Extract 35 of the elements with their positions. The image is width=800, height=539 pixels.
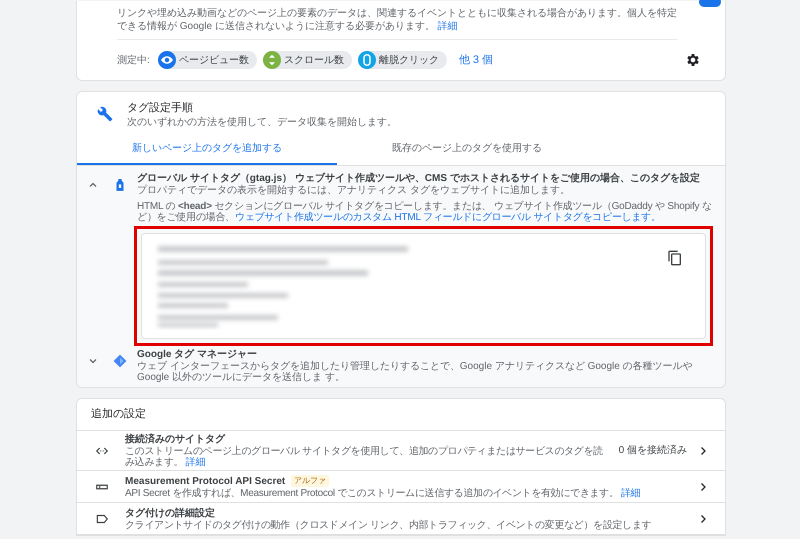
row-description: API Secret を作成すれば、Measurement Protocol でこのストリームに送信する追加のイベントを有効にできます。 詳細 [125,488,642,498]
row-title: 接続済みのサイトタグ [125,433,225,446]
alpha-badge: アルファ [291,475,330,487]
option-title: グローバル サイトタグ（gtag.js） ウェブサイト作成ツールや、CMS でホストされるサイトをご使用の場合、このタグを設定 [137,172,701,184]
details-link[interactable]: 詳細 [621,488,640,498]
instructions-text: HTML の <head> セクションにグローバル サイトタグをコピーします。または、 ウェブサイト作成ツール（GoDaddy や Shopify など）をご使用の場合、ウェブサイト作成ツールのカスタム HTML フィールドにグローバル サイトタグをコピーします。 [137,201,712,223]
option-description: ウェブ インターフェースからタグを追加したり管理したりすることで、Google アナリティクスなど Google の各種ツールや Google 以外のツールにデータを送信しま す。 [137,361,694,383]
settings-row[interactable]: Measurement Protocol API Secret アルファ API Secret を作成すれば、Measurement Protocol でこのストリームに送信する追加のイベントを有効にできます。 詳細 [77,471,725,503]
row-description: クライアントサイドのタグ付けの動作（クロスドメイン リンク、内部トラフィック、イベントの変更など）を設定します [125,520,652,530]
more-link[interactable]: 他 3 個 [458,52,494,68]
settings-icon [685,52,701,68]
metric-chip[interactable]: 離脱クリック [358,51,447,69]
tab[interactable]: 既存のページ上のタグを使用する [337,135,597,165]
row-title: Measurement Protocol API Secret [125,474,286,488]
settings-row[interactable]: タグ付けの詳細設定 クライアントサイドのタグ付けの動作（クロスドメイン リンク、内部トラフィック、イベントの変更など）を設定します [77,503,725,535]
card-title: 追加の設定 [77,399,725,431]
section-title: タグ設定手順 [127,100,194,116]
option-title: Google タグ マネージャー [137,348,258,360]
row-title: タグ付けの詳細設定 [125,506,215,520]
instructions-link[interactable]: ウェブサイト作成ツールのカスタム HTML フィールドにグローバル サイトタグをコピーします。 [235,212,661,223]
section-subtitle: 次のいずれかの方法を使用して、データ収集を開始します。 [127,116,397,129]
metric-chip[interactable]: スクロール数 [262,51,352,69]
details-link[interactable]: 詳細 [186,457,206,468]
copy-icon[interactable] [667,250,683,266]
description: リンクや埋め込み動画などのページ上の要素のデータは、関連するイベントとともに収集される場合があります。個人を特定できる情報が Google に送信されないように注意する必要があります。 詳細 [117,7,677,40]
metric-chip[interactable]: ページビュー数 [158,51,257,69]
option-description: プロパティでデータの表示を開始するには、アナリティクス タグをウェブサイトに追加します。 [137,185,571,196]
connected-count: 0 個を接続済み [618,444,687,458]
measuring-label: 測定中: [117,54,150,68]
details-link[interactable]: 詳細 [438,21,458,32]
settings-row[interactable]: 接続済みのサイトタグ このストリームのページ上のグローバル サイトタグを使用して、追加のプロパティまたはサービスのタグを読み込みます。 詳細 0 個を接続済み [77,431,725,471]
wrench-icon [97,106,113,122]
row-description: このストリームのページ上のグローバル サイトタグを使用して、追加のプロパティまたはサービスのタグを読み込みます。 詳細 [125,446,604,468]
diamond-icon [113,354,127,368]
toggle-switch[interactable] [699,0,721,7]
